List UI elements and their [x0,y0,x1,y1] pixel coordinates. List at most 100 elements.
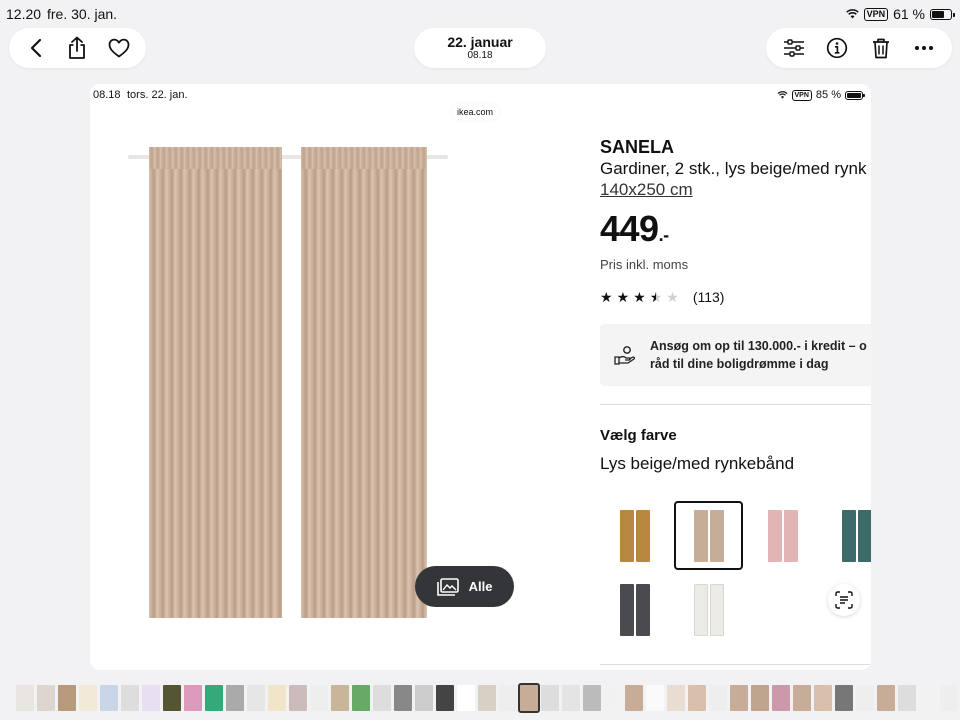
thumbnail[interactable] [793,685,811,711]
share-icon [69,36,86,59]
thumbnail[interactable] [352,685,370,711]
info-button[interactable] [823,34,851,62]
trash-icon [872,38,889,59]
product-price: 449.- [600,208,871,256]
thumbnail[interactable] [856,685,874,711]
thumbnail[interactable] [604,685,622,711]
photo-date-title: 22. januar 08.18 [414,28,546,68]
thumbnail[interactable] [184,685,202,711]
thumbnail[interactable] [415,685,433,711]
credit-text: Ansøg om op til 130.000.- i kredit – o r… [650,337,867,373]
thumbnail[interactable] [163,685,181,711]
thumbnail[interactable] [877,685,895,711]
ellipsis-icon [915,46,934,50]
photo-date: 22. januar [447,34,513,50]
curtain-panel-right [301,147,427,618]
price-suffix: .- [658,225,670,245]
color-swatch-dark-turquoise [822,501,871,570]
favorite-button[interactable] [105,34,133,62]
thumbnail[interactable] [100,685,118,711]
product-name: SANELA [600,137,675,157]
thumbnail[interactable] [310,685,328,711]
thumbnail[interactable] [730,685,748,711]
product-description: Gardiner, 2 stk., lys beige/med rynk [600,159,867,178]
thumbnail[interactable] [940,685,958,711]
status-time: 12.20 [6,6,42,22]
review-count: (113) [692,289,725,305]
thumbnail[interactable] [919,685,937,711]
thumbnail[interactable] [331,685,349,711]
delete-button[interactable] [867,34,895,62]
thumbnail[interactable] [518,683,540,713]
product-image [120,134,540,634]
back-button[interactable] [22,34,50,62]
choose-color-label: Vælg farve [600,427,677,444]
status-date: fre. 30. jan. [47,6,118,22]
thumbnail[interactable] [79,685,97,711]
edit-button[interactable] [780,34,808,62]
thumbnail-strip[interactable] [16,683,958,713]
nav-pill [9,28,146,68]
battery-icon [845,90,865,100]
rating-row: ★ ★ ★ ★ ★ (113) [600,289,871,305]
thumbnail[interactable] [436,685,454,711]
color-swatch-gold-brown [600,501,669,570]
thumbnail[interactable] [478,685,496,711]
thumbnail[interactable] [583,685,601,711]
thumbnail[interactable] [142,685,160,711]
thumbnail[interactable] [562,685,580,711]
thumbnail[interactable] [499,685,517,711]
battery-percent: 61 % [893,6,925,22]
rating-stars: ★ ★ ★ ★ ★ [600,289,683,305]
credit-banner: Ansøg om op til 130.000.- i kredit – o r… [600,324,871,386]
all-images-label: Alle [468,579,493,594]
thumbnail[interactable] [541,685,559,711]
thumbnail[interactable] [625,685,643,711]
product-info: SANELA Gardiner, 2 stk., lys beige/med r… [600,136,871,474]
live-text-button [828,584,860,616]
more-button[interactable] [910,34,938,62]
all-images-button: Alle [415,566,514,607]
wifi-icon [845,9,859,19]
star-icon: ★ [649,289,663,305]
thumbnail[interactable] [898,685,916,711]
thumbnail[interactable] [247,685,265,711]
curtain-panel-left [149,147,282,618]
info-icon [827,37,848,59]
thumbnail[interactable] [394,685,412,711]
thumbnail[interactable] [751,685,769,711]
thumbnail[interactable] [709,685,727,711]
thumbnail[interactable] [205,685,223,711]
inner-vpn-badge: VPN [791,89,812,101]
thumbnail[interactable] [58,685,76,711]
thumbnail[interactable] [646,685,664,711]
star-icon: ★ [600,289,613,305]
status-right: VPN 61 % [845,6,955,22]
star-icon: ★ [666,289,679,305]
gallery-icon [436,577,459,596]
thumbnail[interactable] [814,685,832,711]
thumbnail[interactable] [667,685,685,711]
color-swatch-dark-grey [600,575,669,644]
screenshot-image: 08.18 tors. 22. jan. VPN 85 % ikea.com A… [90,84,871,670]
thumbnail[interactable] [457,685,475,711]
thumbnail[interactable] [688,685,706,711]
thumbnail[interactable] [16,685,34,711]
photo-time: 08.18 [467,50,493,61]
thumbnail[interactable] [772,685,790,711]
thumbnail[interactable] [289,685,307,711]
thumbnail[interactable] [37,685,55,711]
share-button[interactable] [63,34,91,62]
inner-battery-percent: 85 % [815,89,841,101]
color-swatch-pink [748,501,817,570]
thumbnail[interactable] [121,685,139,711]
sliders-icon [783,39,804,57]
product-size-link: 140x250 cm [600,180,693,199]
thumbnail[interactable] [373,685,391,711]
thumbnail[interactable] [226,685,244,711]
thumbnail[interactable] [835,685,853,711]
color-swatch-light-beige [674,501,743,570]
status-bar: 12.20 fre. 30. jan. VPN 61 % [0,0,960,28]
selected-color-name: Lys beige/med rynkebånd [600,454,795,473]
thumbnail[interactable] [268,685,286,711]
